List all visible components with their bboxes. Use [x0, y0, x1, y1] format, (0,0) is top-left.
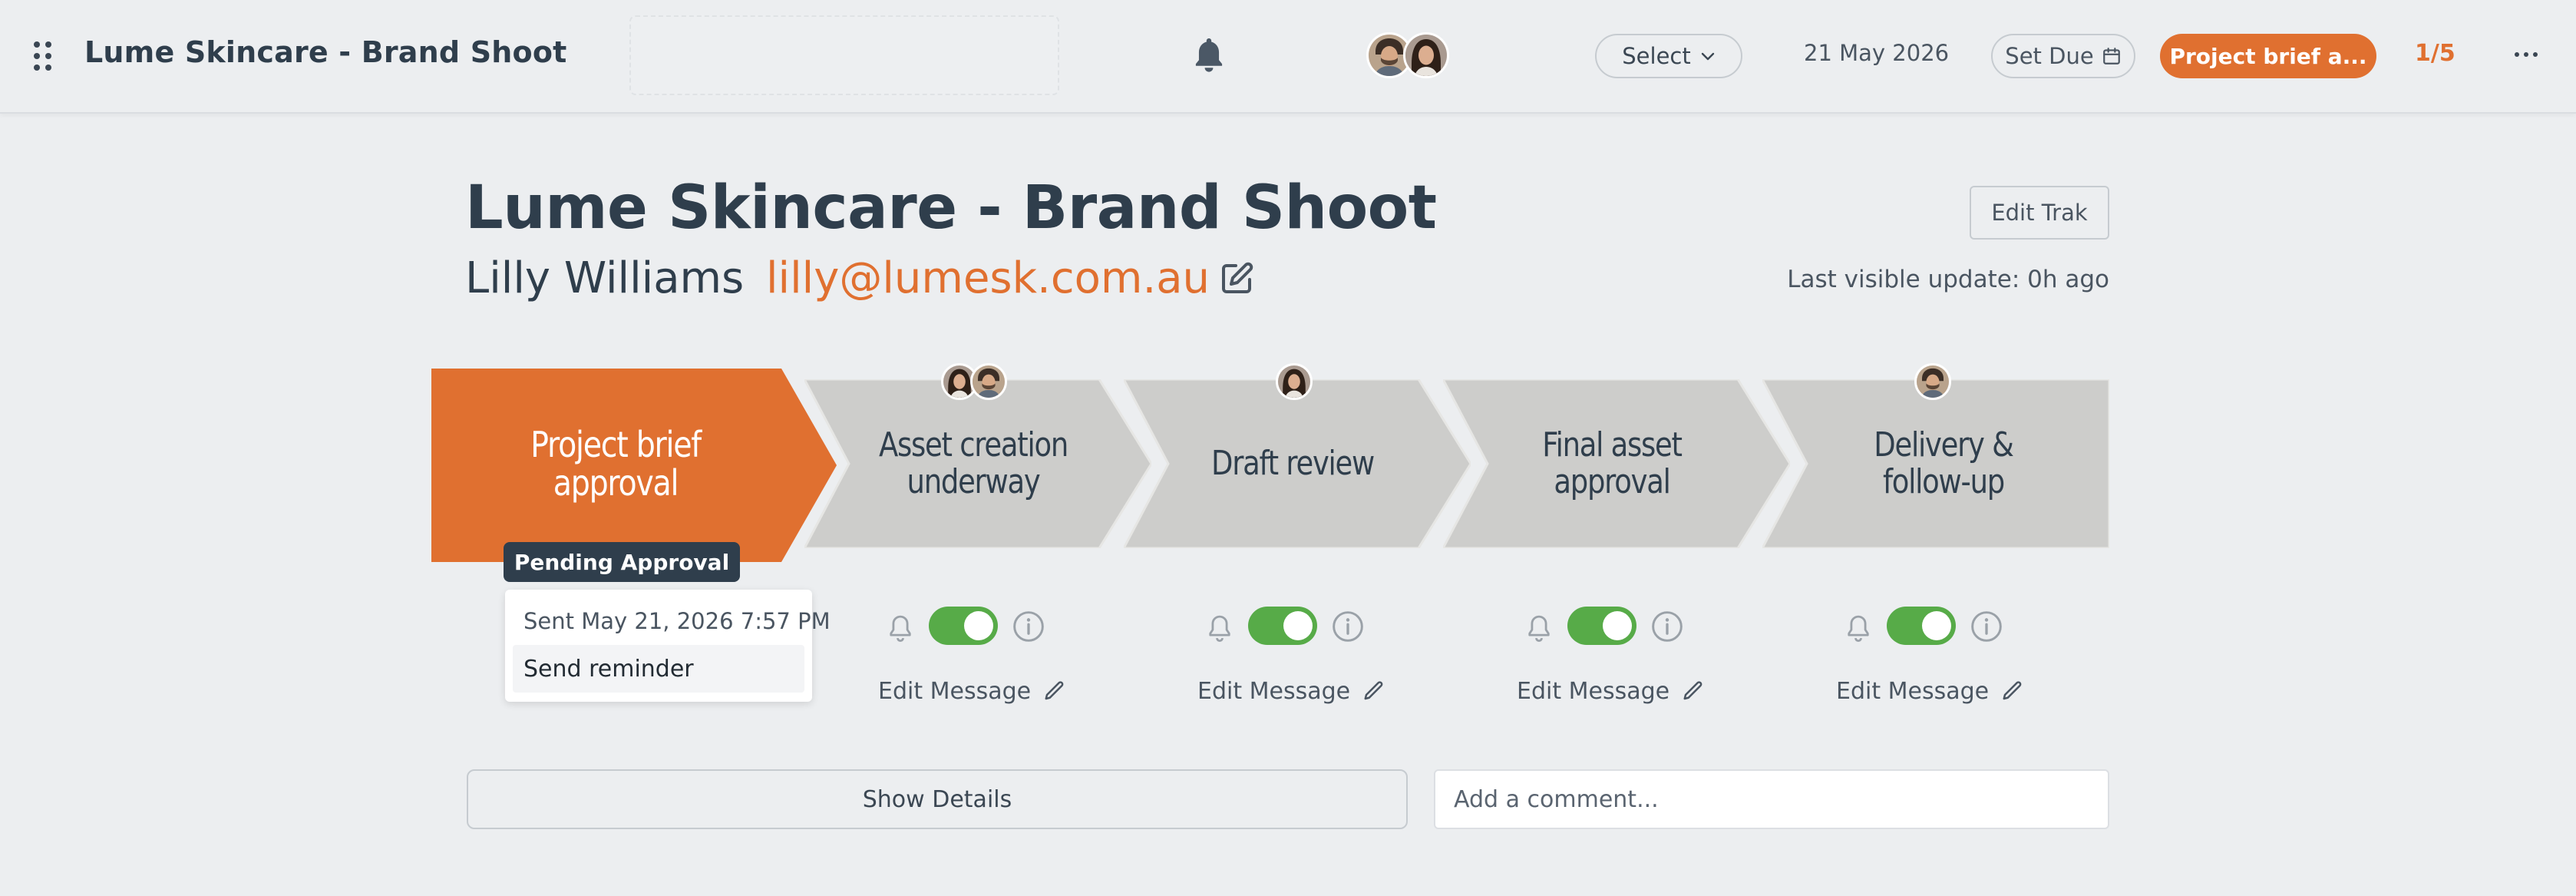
stage-assignee-avatar[interactable] — [1276, 363, 1313, 400]
assignee-avatars[interactable] — [1366, 32, 1458, 78]
sent-timestamp: Sent May 21, 2026 7:57 PM — [523, 608, 831, 634]
notification-bell-icon[interactable] — [1188, 34, 1230, 77]
status-badge: Pending Approval — [504, 542, 740, 582]
approval-request-card: Sent May 21, 2026 7:57 PM Send reminder — [505, 590, 831, 702]
set-due-label: Set Due — [2005, 43, 2094, 69]
pencil-icon — [1683, 681, 1702, 700]
stage-final-asset-approval[interactable]: Final asset approval — [1443, 379, 1790, 548]
client-email-link[interactable]: lilly@lumesk.com.au — [766, 253, 1210, 303]
stage-controls — [884, 605, 1045, 648]
pencil-icon — [1364, 681, 1383, 700]
empty-drop-slot — [629, 15, 1059, 95]
stage-label: Asset creation underway — [878, 425, 1068, 501]
edit-message-label: Edit Message — [878, 677, 1032, 705]
notification-toggle[interactable] — [1248, 607, 1317, 645]
edit-message-label: Edit Message — [1197, 677, 1351, 705]
last-update-text: Last visible update: 0h ago — [1787, 266, 2109, 293]
edit-message-button[interactable]: Edit Message — [878, 674, 1066, 708]
topbar-title: Lume Skincare - Brand Shoot — [84, 35, 567, 69]
project-date: 21 May 2026 — [1804, 40, 1950, 66]
stage-label: Draft review — [1210, 444, 1375, 484]
notification-bell-icon[interactable] — [1842, 611, 1874, 645]
edit-message-label: Edit Message — [1517, 677, 1670, 705]
send-reminder-button[interactable]: Send reminder — [513, 645, 804, 693]
top-bar: Lume Skincare - Brand Shoot Select 21 Ma… — [0, 0, 2576, 114]
pencil-icon — [2003, 681, 2022, 700]
edit-message-button[interactable]: Edit Message — [1197, 674, 1385, 708]
edit-contact-icon[interactable] — [1219, 260, 1256, 296]
notification-bell-icon[interactable] — [1523, 611, 1555, 645]
stage-delivery-follow-up[interactable]: Delivery & follow-up — [1762, 379, 2109, 548]
notification-bell-icon[interactable] — [1204, 611, 1236, 645]
stage-draft-review[interactable]: Draft review — [1124, 379, 1471, 548]
stage-controls — [1204, 605, 1365, 648]
stage-controls — [1842, 605, 2003, 648]
info-icon[interactable] — [1012, 610, 1045, 643]
edit-message-button[interactable]: Edit Message — [1517, 674, 1705, 708]
page-title: Lume Skincare - Brand Shoot — [465, 174, 1437, 243]
stage-label: Final asset approval — [1542, 425, 1683, 501]
info-icon[interactable] — [1650, 610, 1684, 643]
info-icon[interactable] — [1970, 610, 2003, 643]
drag-handle-icon[interactable] — [34, 41, 52, 71]
notification-toggle[interactable] — [1567, 607, 1636, 645]
more-options-icon[interactable] — [2515, 52, 2538, 58]
client-name: Lilly Williams — [465, 253, 745, 303]
notification-bell-icon[interactable] — [884, 611, 916, 645]
step-counter: 1/5 — [2415, 40, 2455, 67]
stage-label: Delivery & follow-up — [1874, 425, 2014, 501]
stage-project-brief-approval[interactable]: Project brief approval — [431, 369, 837, 562]
calendar-icon — [2102, 48, 2120, 64]
stage-asset-creation-underway[interactable]: Asset creation underway — [804, 379, 1151, 548]
stage-controls — [1523, 605, 1684, 648]
notification-toggle[interactable] — [929, 607, 998, 645]
stage-assignee-avatar[interactable] — [1914, 363, 1951, 400]
current-stage-pill[interactable]: Project brief a... — [2160, 34, 2376, 78]
set-due-button[interactable]: Set Due — [1991, 34, 2135, 78]
edit-trak-button[interactable]: Edit Trak — [1970, 186, 2109, 240]
stage-assignee-avatar[interactable] — [970, 363, 1007, 400]
notification-toggle[interactable] — [1887, 607, 1956, 645]
stage-label: Project brief approval — [530, 424, 702, 504]
avatar — [1403, 32, 1449, 78]
info-icon[interactable] — [1331, 610, 1365, 643]
edit-message-button[interactable]: Edit Message — [1836, 674, 2024, 708]
show-details-button[interactable]: Show Details — [467, 769, 1408, 829]
pencil-icon — [1045, 681, 1064, 700]
chevron-down-icon — [1701, 52, 1714, 61]
comment-input[interactable] — [1434, 769, 2109, 829]
select-dropdown[interactable]: Select — [1595, 34, 1742, 78]
select-label: Select — [1622, 43, 1691, 69]
edit-message-label: Edit Message — [1836, 677, 1990, 705]
